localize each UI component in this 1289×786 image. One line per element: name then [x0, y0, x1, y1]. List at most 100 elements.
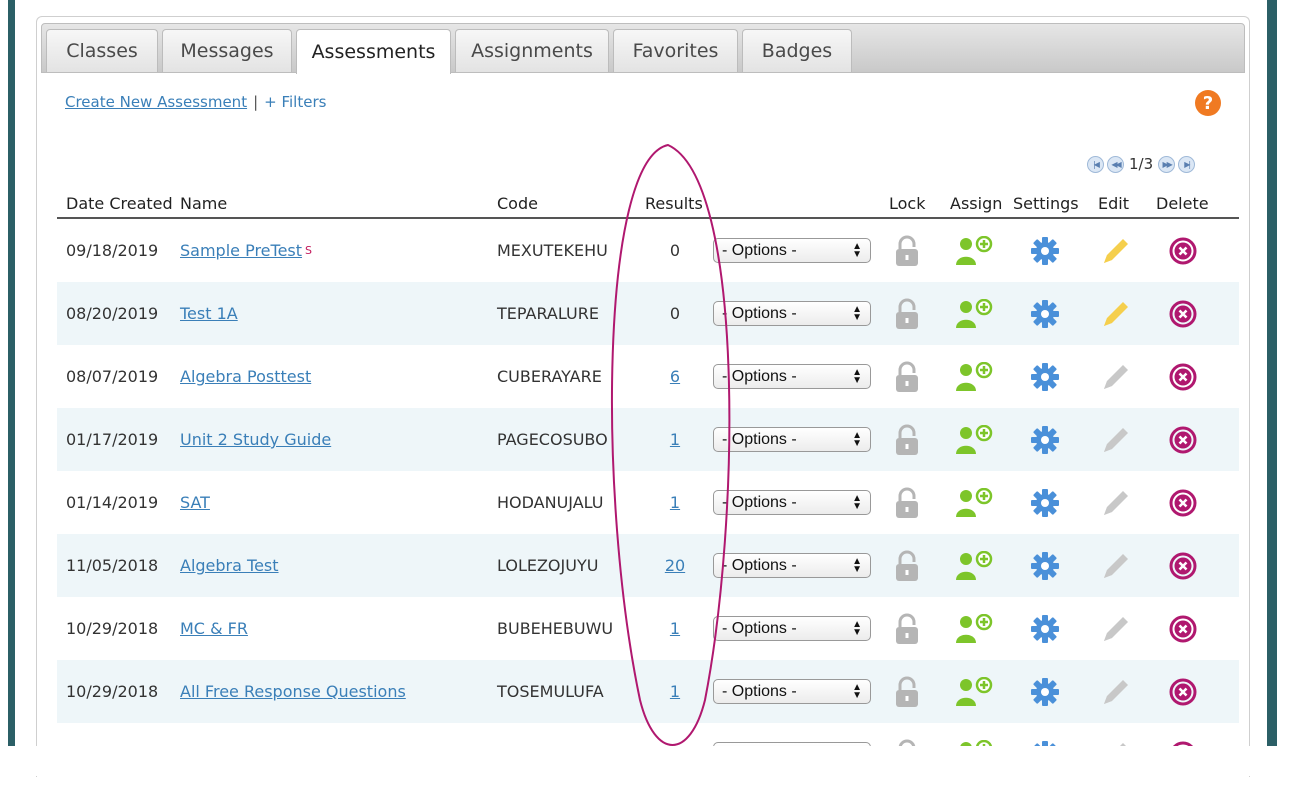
results-count[interactable]: 1	[670, 619, 680, 638]
assign-user-icon[interactable]	[950, 282, 998, 345]
assessment-name-link[interactable]: MC & FR	[180, 619, 248, 638]
settings-gear-icon[interactable]	[1025, 408, 1065, 471]
header-date[interactable]: Date Created	[66, 194, 173, 213]
assign-user-icon[interactable]	[950, 219, 998, 282]
edit-pencil-icon	[1093, 471, 1139, 534]
settings-gear-icon[interactable]	[1025, 345, 1065, 408]
date-cell: 08/07/2019	[66, 345, 158, 408]
code-cell: TOSEMULUFA	[497, 660, 604, 723]
tab-classes[interactable]: Classes	[46, 29, 158, 72]
last-page-icon[interactable]: ▶|	[1178, 155, 1196, 173]
results-count[interactable]: 1	[670, 430, 680, 449]
assign-user-icon[interactable]	[950, 345, 998, 408]
assessment-name-link[interactable]: Sample PreTest	[180, 241, 302, 260]
delete-icon[interactable]	[1163, 282, 1203, 345]
options-select[interactable]: - Options - ▲▼	[713, 679, 871, 704]
options-select[interactable]: - Options - ▲▼	[713, 238, 871, 263]
tab-messages[interactable]: Messages	[162, 29, 292, 72]
options-cell: - Options - ▲▼	[713, 660, 871, 723]
assessment-name-link[interactable]: Unit 2 Study Guide	[180, 430, 331, 449]
assign-user-icon[interactable]	[950, 471, 998, 534]
header-lock: Lock	[889, 194, 926, 213]
settings-gear-icon[interactable]	[1025, 597, 1065, 660]
header-assign: Assign	[950, 194, 1003, 213]
name-cell: Algebra Test	[180, 534, 279, 597]
delete-icon[interactable]	[1163, 345, 1203, 408]
options-cell: - Options - ▲▼	[713, 219, 871, 282]
delete-icon[interactable]	[1163, 597, 1203, 660]
date-cell: 10/29/2018	[66, 597, 158, 660]
date-created: 09/18/2019	[66, 241, 159, 260]
tab-assignments[interactable]: Assignments	[455, 29, 609, 72]
options-select[interactable]: - Options - ▲▼	[713, 490, 871, 515]
options-select[interactable]: - Options - ▲▼	[713, 553, 871, 578]
tab-favorites[interactable]: Favorites	[613, 29, 738, 72]
prev-page-icon[interactable]: ◀◀	[1107, 155, 1124, 173]
tab-assessments[interactable]: Assessments	[296, 29, 451, 74]
lock-icon[interactable]	[889, 282, 925, 345]
assign-user-icon[interactable]	[950, 534, 998, 597]
lock-icon[interactable]	[889, 471, 925, 534]
edit-pencil-icon[interactable]	[1093, 282, 1139, 345]
results-count[interactable]: 20	[665, 556, 685, 575]
select-arrows-icon: ▲▼	[852, 429, 862, 449]
delete-icon[interactable]	[1163, 219, 1203, 282]
select-arrows-icon: ▲▼	[852, 681, 862, 701]
settings-gear-icon[interactable]	[1025, 534, 1065, 597]
assessment-name-link[interactable]: Algebra Test	[180, 556, 279, 575]
lock-icon[interactable]	[889, 597, 925, 660]
options-cell: - Options - ▲▼	[713, 534, 871, 597]
filters-link[interactable]: + Filters	[264, 93, 326, 111]
options-selected-value: - Options -	[722, 682, 797, 700]
options-select[interactable]: - Options - ▲▼	[713, 301, 871, 326]
results-count[interactable]: 1	[670, 682, 680, 701]
delete-icon[interactable]	[1163, 408, 1203, 471]
header-delete: Delete	[1156, 194, 1209, 213]
first-page-icon[interactable]: |◀	[1087, 155, 1104, 173]
tab-badges[interactable]: Badges	[742, 29, 852, 72]
tab-label: Messages	[180, 40, 274, 62]
assessment-code: CUBERAYARE	[497, 367, 602, 386]
header-code[interactable]: Code	[497, 194, 538, 213]
options-selected-value: - Options -	[722, 619, 797, 637]
lock-icon[interactable]	[889, 534, 925, 597]
delete-icon[interactable]	[1163, 660, 1203, 723]
tab-label: Favorites	[632, 40, 719, 62]
assessment-name-link[interactable]: All Free Response Questions	[180, 682, 406, 701]
assessment-code: BUBEHEBUWU	[497, 619, 614, 638]
assign-user-icon[interactable]	[950, 660, 998, 723]
assessment-name-link[interactable]: Algebra Posttest	[180, 367, 311, 386]
next-page-icon[interactable]: ▶▶	[1158, 155, 1176, 173]
lock-icon[interactable]	[889, 408, 925, 471]
settings-gear-icon[interactable]	[1025, 282, 1065, 345]
edit-pencil-icon[interactable]	[1093, 219, 1139, 282]
options-select[interactable]: - Options - ▲▼	[713, 364, 871, 389]
assessment-name-link[interactable]: SAT	[180, 493, 210, 512]
assessment-code: MEXUTEKEHU	[497, 241, 608, 260]
options-select[interactable]: - Options - ▲▼	[713, 616, 871, 641]
header-name[interactable]: Name	[180, 194, 227, 213]
select-arrows-icon: ▲▼	[852, 492, 862, 512]
assessment-code: HODANUJALU	[497, 493, 604, 512]
delete-icon[interactable]	[1163, 471, 1203, 534]
results-count[interactable]: 6	[670, 367, 680, 386]
header-results[interactable]: Results	[645, 194, 703, 213]
name-cell: SAT	[180, 471, 210, 534]
assessment-name-link[interactable]: Test 1A	[180, 304, 238, 323]
create-new-assessment-link[interactable]: Create New Assessment	[65, 93, 247, 111]
settings-gear-icon[interactable]	[1025, 471, 1065, 534]
lock-icon[interactable]	[889, 345, 925, 408]
help-icon[interactable]: ?	[1195, 90, 1221, 116]
lock-icon[interactable]	[889, 660, 925, 723]
settings-gear-icon[interactable]	[1025, 219, 1065, 282]
options-select[interactable]: - Options - ▲▼	[713, 427, 871, 452]
lock-icon[interactable]	[889, 219, 925, 282]
assign-user-icon[interactable]	[950, 408, 998, 471]
delete-icon[interactable]	[1163, 534, 1203, 597]
assign-user-icon[interactable]	[950, 597, 998, 660]
code-cell: MEXUTEKEHU	[497, 219, 608, 282]
date-cell: 01/14/2019	[66, 471, 158, 534]
settings-gear-icon[interactable]	[1025, 660, 1065, 723]
code-cell: BUBEHEBUWU	[497, 597, 613, 660]
results-count[interactable]: 1	[670, 493, 680, 512]
